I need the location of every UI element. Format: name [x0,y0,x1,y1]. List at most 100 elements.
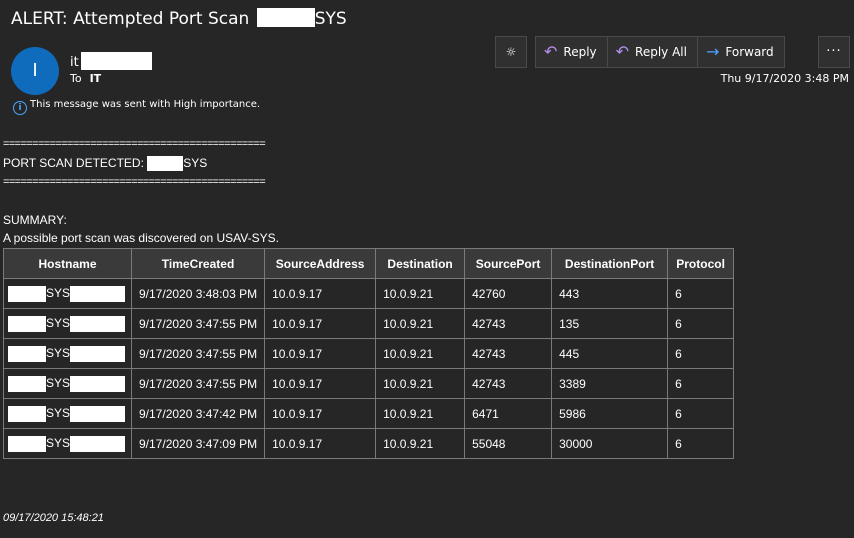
column-header-sourceport: SourcePort [464,248,553,279]
forward-button[interactable]: → Forward [697,36,785,68]
destination-port-cell: 3389 [551,368,669,399]
time-cell: 9/17/2020 3:47:55 PM [130,338,266,369]
column-header-destinationport: DestinationPort [551,248,669,279]
table-row: SYS 9/17/2020 3:48:03 PM 10.0.9.17 10.0.… [3,278,735,309]
hostname-text: SYS [46,405,71,420]
email-subject: ALERT: Attempted Port Scan SYS [11,8,347,29]
info-icon: i [13,101,27,115]
hostname-cell: SYS [3,398,132,429]
hostname-text: SYS [46,375,71,390]
separator-line: ========================================… [3,176,266,188]
recipient-line: To IT [70,72,101,85]
hostname-cell: SYS [3,368,132,399]
hostname-cell: SYS [3,428,132,459]
sun-icon: ☼ [505,45,517,59]
redaction-block [70,435,126,452]
redaction-block [8,345,46,362]
redaction-block [8,375,46,392]
sender-name[interactable]: it [70,55,79,70]
separator-line: ========================================… [3,138,266,150]
source-address-cell: 10.0.9.17 [264,368,377,399]
time-cell: 9/17/2020 3:47:55 PM [130,308,266,339]
source-port-cell: 42743 [464,338,553,369]
reply-button[interactable]: ↶ Reply [535,36,608,68]
redaction-block [80,52,152,70]
time-cell: 9/17/2020 3:47:42 PM [130,398,266,429]
more-actions-button[interactable]: ··· [818,36,850,68]
column-header-hostname: Hostname [3,248,132,279]
hostname-text: SYS [46,315,71,330]
hostname-text: SYS [46,345,71,360]
importance-text: This message was sent with High importan… [30,99,261,110]
table-row: SYS 9/17/2020 3:47:42 PM 10.0.9.17 10.0.… [3,398,735,429]
source-address-cell: 10.0.9.17 [264,338,377,369]
table-row: SYS 9/17/2020 3:47:55 PM 10.0.9.17 10.0.… [3,338,735,369]
hostname-cell: SYS [3,338,132,369]
source-address-cell: 10.0.9.17 [264,398,377,429]
port-scan-table: Hostname TimeCreated SourceAddress Desti… [3,248,735,459]
destination-port-cell: 30000 [551,428,669,459]
protocol-cell: 6 [667,308,735,339]
response-button-group: ↶ Reply ↶ Reply All → Forward [535,36,785,68]
column-header-protocol: Protocol [667,248,735,279]
column-header-destination: Destination [375,248,466,279]
time-cell: 9/17/2020 3:47:55 PM [130,368,266,399]
redaction-block [70,405,126,422]
subject-suffix: SYS [314,9,347,29]
destination-cell: 10.0.9.21 [375,308,466,339]
redaction-block [70,315,126,332]
redaction-block [8,315,46,332]
destination-port-cell: 135 [551,308,669,339]
recipient-name[interactable]: IT [90,72,102,85]
table-row: SYS 9/17/2020 3:47:55 PM 10.0.9.17 10.0.… [3,368,735,399]
received-date: Thu 9/17/2020 3:48 PM [720,72,849,85]
reply-all-icon: ↶ [615,42,630,61]
redaction-block [70,345,126,362]
source-address-cell: 10.0.9.17 [264,428,377,459]
protocol-cell: 6 [667,338,735,369]
redaction-block [147,156,184,172]
column-header-timecreated: TimeCreated [130,248,266,279]
footer-timestamp: 09/17/2020 15:48:21 [3,512,104,524]
importance-banner: i This message was sent with High importa… [13,99,260,115]
summary-text: A possible port scan was discovered on U… [3,231,279,245]
destination-cell: 10.0.9.21 [375,368,466,399]
hostname-text: SYS [46,435,71,450]
more-icon: ··· [826,44,842,59]
sender-avatar[interactable]: I [11,47,59,95]
redaction-block [256,8,315,27]
source-port-cell: 42743 [464,368,553,399]
forward-label: Forward [725,45,774,59]
column-header-sourceaddress: SourceAddress [264,248,377,279]
reply-label: Reply [563,45,597,59]
destination-cell: 10.0.9.21 [375,398,466,429]
redaction-block [8,405,46,422]
destination-cell: 10.0.9.21 [375,278,466,309]
table-row: SYS 9/17/2020 3:47:55 PM 10.0.9.17 10.0.… [3,308,735,339]
summary-label: SUMMARY: [3,213,67,227]
redaction-block [70,285,126,302]
reply-all-button[interactable]: ↶ Reply All [607,36,698,68]
source-port-cell: 6471 [464,398,553,429]
source-port-cell: 42760 [464,278,553,309]
redaction-block [70,375,126,392]
hostname-text: SYS [46,285,71,300]
detected-label: PORT SCAN DETECTED: [3,156,144,170]
detected-line: PORT SCAN DETECTED: SYS [3,156,208,172]
redaction-block [8,285,46,302]
forward-icon: → [705,42,720,61]
protocol-cell: 6 [667,368,735,399]
destination-port-cell: 5986 [551,398,669,429]
table-row: SYS 9/17/2020 3:47:09 PM 10.0.9.17 10.0.… [3,428,735,459]
theme-toggle-button[interactable]: ☼ [495,36,527,68]
protocol-cell: 6 [667,398,735,429]
source-port-cell: 55048 [464,428,553,459]
source-address-cell: 10.0.9.17 [264,278,377,309]
protocol-cell: 6 [667,428,735,459]
source-address-cell: 10.0.9.17 [264,308,377,339]
detected-suffix: SYS [183,156,208,170]
hostname-cell: SYS [3,278,132,309]
destination-cell: 10.0.9.21 [375,428,466,459]
sender-line: it [70,52,152,70]
table-header-row: Hostname TimeCreated SourceAddress Desti… [3,248,735,279]
